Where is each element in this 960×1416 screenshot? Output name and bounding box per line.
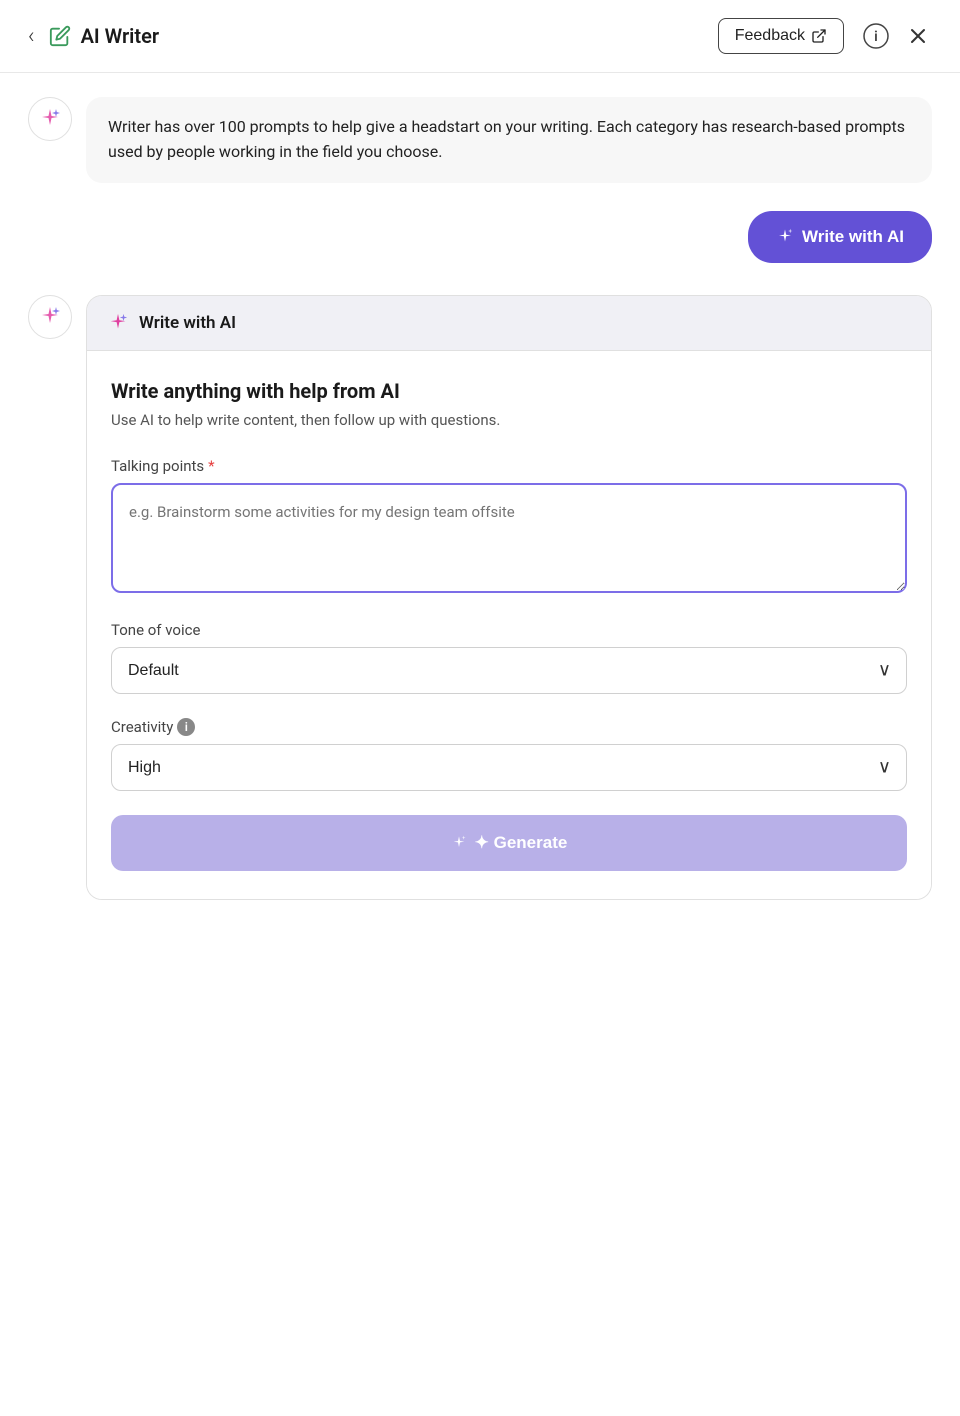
intro-message-row: Writer has over 100 prompts to help give…	[28, 97, 932, 183]
tone-select[interactable]: Default Formal Casual Friendly Professio…	[111, 647, 907, 694]
ai-avatar	[28, 97, 72, 141]
feedback-label: Feedback	[735, 27, 805, 45]
info-icon[interactable]: i	[862, 22, 890, 50]
required-marker: *	[208, 457, 214, 475]
tone-label: Tone of voice	[111, 621, 907, 639]
tone-of-voice-group: Tone of voice Default Formal Casual Frie…	[111, 621, 907, 694]
form-heading: Write anything with help from AI	[111, 379, 907, 403]
creativity-select[interactable]: Low Medium High	[111, 744, 907, 791]
ai-panel: Write with AI Write anything with help f…	[86, 295, 932, 900]
form-subtext: Use AI to help write content, then follo…	[111, 411, 907, 429]
sparkle-response-avatar-icon	[38, 305, 62, 329]
sparkle-avatar-icon	[38, 107, 62, 131]
intro-text: Writer has over 100 prompts to help give…	[108, 117, 905, 161]
back-button[interactable]: ‹	[28, 24, 35, 49]
ai-response-row: Write with AI Write anything with help f…	[28, 295, 932, 900]
external-link-icon	[811, 28, 827, 44]
creativity-label: Creativity i	[111, 718, 907, 736]
tone-select-wrapper: Default Formal Casual Friendly Professio…	[111, 647, 907, 694]
intro-bubble: Writer has over 100 prompts to help give…	[86, 97, 932, 183]
generate-sparkle-icon	[451, 835, 467, 851]
creativity-select-wrapper: Low Medium High ∨	[111, 744, 907, 791]
sparkle-btn-icon	[776, 228, 794, 246]
pencil-icon	[49, 25, 71, 47]
main-content: Writer has over 100 prompts to help give…	[0, 73, 960, 924]
talking-points-textarea[interactable]	[111, 483, 907, 593]
ai-panel-body: Write anything with help from AI Use AI …	[87, 351, 931, 899]
page-title: AI Writer	[81, 24, 708, 48]
talking-points-group: Talking points *	[111, 457, 907, 597]
write-with-ai-button[interactable]: Write with AI	[748, 211, 932, 263]
generate-label: ✦ Generate	[475, 833, 568, 853]
sparkle-panel-icon	[107, 312, 129, 334]
ai-response-avatar	[28, 295, 72, 339]
creativity-group: Creativity i Low Medium High ∨	[111, 718, 907, 791]
app-header: ‹ AI Writer Feedback i	[0, 0, 960, 73]
ai-panel-header-label: Write with AI	[139, 313, 236, 333]
feedback-button[interactable]: Feedback	[718, 18, 844, 54]
svg-text:i: i	[874, 29, 878, 45]
close-icon[interactable]	[904, 22, 932, 50]
creativity-info-icon[interactable]: i	[177, 718, 195, 736]
talking-points-label: Talking points *	[111, 457, 907, 475]
generate-button[interactable]: ✦ Generate	[111, 815, 907, 871]
ai-panel-header: Write with AI	[87, 296, 931, 351]
write-ai-row: Write with AI	[28, 211, 932, 263]
write-ai-btn-label: Write with AI	[802, 227, 904, 247]
